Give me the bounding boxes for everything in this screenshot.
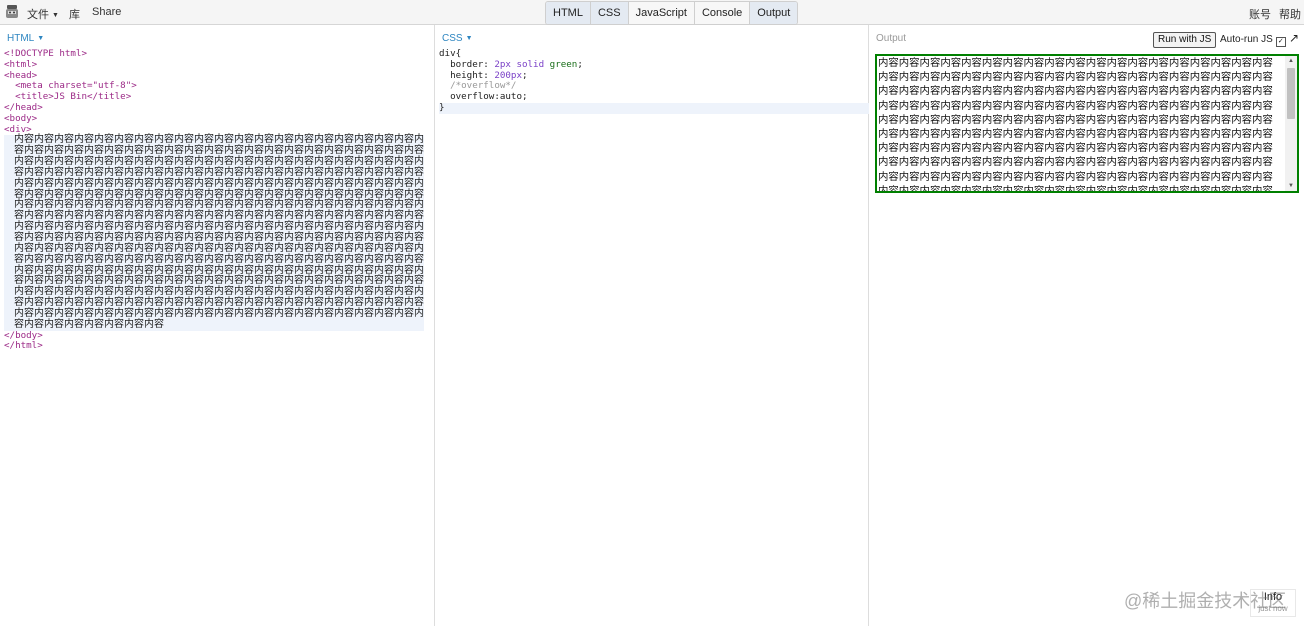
css-prop-height: height: <box>439 69 495 81</box>
code-line: <div> <box>4 123 32 135</box>
menu-file[interactable]: 文件 ▼ <box>27 6 59 22</box>
menu-help[interactable]: 帮助 <box>1279 6 1301 22</box>
css-close-brace: } <box>439 102 869 114</box>
panel-tabs: HTML CSS JavaScript Console Output <box>545 1 799 25</box>
html-panel: HTML ▼ <!DOCTYPE html> <html> <head> <met… <box>0 25 435 626</box>
css-value-color: green <box>549 58 578 70</box>
autorun-checkbox[interactable]: ✓ <box>1275 37 1286 47</box>
code-line: </html> <box>4 340 43 352</box>
output-div-text: 内容内容内容内容内容内容内容内容内容内容内容内容内容内容内容内容内容内容内容内容… <box>878 57 1273 193</box>
css-panel-label[interactable]: CSS ▼ <box>442 33 473 44</box>
tab-output[interactable]: Output <box>749 2 798 24</box>
css-semicolon: ; <box>522 69 528 81</box>
menu-file-label: 文件 <box>27 9 49 21</box>
css-value-height: 200px <box>494 69 522 81</box>
code-line: <!DOCTYPE html> <box>4 48 87 59</box>
scroll-up-icon[interactable]: ▲ <box>1288 58 1294 64</box>
css-prop-overflow: overflow:auto; <box>439 91 528 103</box>
code-div-content: 内容内容内容内容内容内容内容内容内容内容内容内容内容内容内容内容内容内容内容内容… <box>4 134 424 331</box>
code-line: <head> <box>4 69 38 81</box>
code-line: </head> <box>4 101 43 113</box>
run-with-js-button[interactable]: Run with JS <box>1153 32 1217 48</box>
menu-library[interactable]: 库 <box>69 6 80 22</box>
output-panel: Output Run with JS Auto-run JS ✓ ↗ 内容内容内容… <box>869 25 1304 626</box>
code-line: <meta charset="utf-8"> <box>4 80 137 92</box>
output-div[interactable]: 内容内容内容内容内容内容内容内容内容内容内容内容内容内容内容内容内容内容内容内容… <box>875 54 1299 193</box>
html-code-editor[interactable]: <!DOCTYPE html> <html> <head> <meta char… <box>4 48 424 352</box>
css-panel: CSS ▼ div{ border: 2px solid green; heigh… <box>435 25 869 626</box>
css-prop-border: border: <box>439 58 495 70</box>
css-semicolon: ; <box>577 58 583 70</box>
watermark: @稀土掘金技术社区 <box>1124 591 1287 611</box>
css-panel-label-text: CSS <box>442 33 463 44</box>
code-line: <body> <box>4 112 38 124</box>
tab-console[interactable]: Console <box>693 2 750 24</box>
top-toolbar: 文件 ▼ 库 Share HTML CSS JavaScript Console … <box>0 0 1304 25</box>
scroll-down-icon[interactable]: ▼ <box>1288 183 1294 189</box>
expand-icon[interactable]: ↗ <box>1289 31 1299 45</box>
output-panel-label: Output <box>876 33 907 44</box>
tab-html[interactable]: HTML <box>546 2 590 24</box>
scrollbar-thumb[interactable] <box>1287 68 1295 119</box>
css-code-editor[interactable]: div{ border: 2px solid green; height: 20… <box>439 48 869 114</box>
html-panel-label[interactable]: HTML ▼ <box>7 33 44 44</box>
html-panel-label-text: HTML <box>7 33 35 44</box>
menu-share[interactable]: Share <box>92 6 121 18</box>
css-comment: /*overflow*/ <box>439 80 517 92</box>
chevron-down-icon: ▼ <box>52 12 59 19</box>
jsbin-logo-icon[interactable] <box>5 4 19 20</box>
css-value-border: 2px solid <box>494 58 550 70</box>
code-line: <html> <box>4 58 38 70</box>
chevron-down-icon: ▼ <box>37 35 45 42</box>
vertical-scrollbar[interactable]: ▲ ▼ <box>1285 56 1297 191</box>
tab-javascript[interactable]: JavaScript <box>627 2 694 24</box>
autorun-js-toggle[interactable]: Auto-run JS ✓ <box>1220 34 1286 47</box>
tab-css[interactable]: CSS <box>589 2 628 24</box>
autorun-label: Auto-run JS <box>1220 34 1273 45</box>
menu-account[interactable]: 账号 <box>1249 6 1271 22</box>
css-selector: div{ <box>439 48 462 59</box>
code-line: </body> <box>4 329 43 341</box>
code-line: <title>JS Bin</title> <box>4 91 132 103</box>
chevron-down-icon: ▼ <box>465 35 473 42</box>
